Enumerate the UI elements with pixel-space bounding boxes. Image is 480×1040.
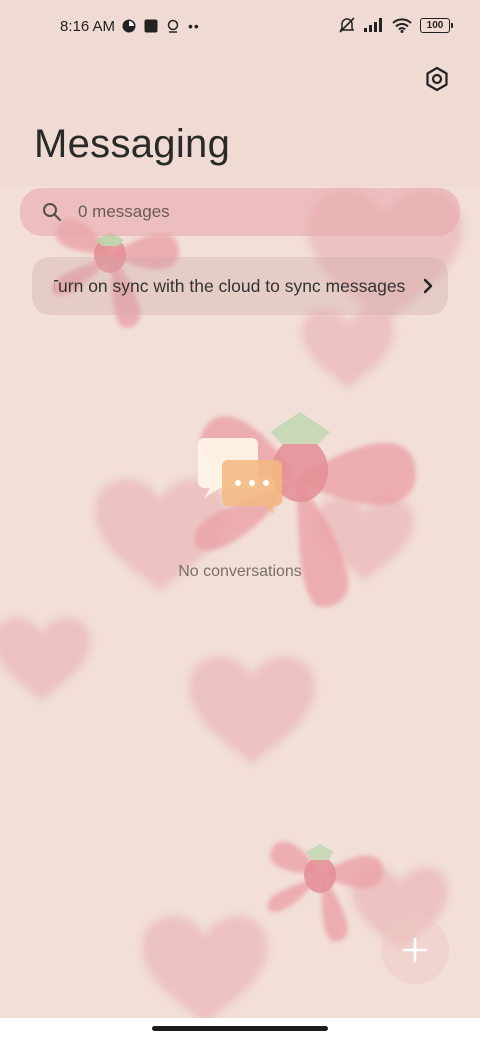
- new-conversation-button[interactable]: [381, 916, 449, 984]
- sync-banner[interactable]: Turn on sync with the cloud to sync mess…: [32, 257, 448, 315]
- square-notification-icon: [144, 19, 158, 33]
- hotspot-icon: [167, 19, 179, 33]
- chevron-right-icon: [408, 278, 448, 294]
- battery-level: 100: [426, 19, 444, 31]
- status-time: 8:16 AM: [60, 18, 116, 35]
- mute-icon: [339, 17, 355, 33]
- navigation-bar: [0, 1018, 480, 1040]
- status-right-icons: 100: [338, 16, 453, 34]
- chat-bubbles-icon: [196, 438, 286, 518]
- app-notification-icon: [122, 19, 136, 33]
- home-indicator[interactable]: [152, 1026, 328, 1031]
- empty-state-text: No conversations: [178, 563, 302, 580]
- search-bar[interactable]: 0 messages: [20, 188, 460, 236]
- plus-icon: [402, 937, 428, 963]
- signal-icon: [364, 18, 382, 32]
- status-bar: 8:16 AM •• 100: [0, 0, 480, 56]
- settings-button[interactable]: [420, 62, 454, 96]
- search-icon: [42, 201, 64, 223]
- battery-icon: 100: [420, 17, 453, 33]
- sync-banner-text: Turn on sync with the cloud to sync mess…: [54, 275, 406, 296]
- more-dots-icon: ••: [188, 18, 200, 34]
- search-placeholder: 0 messages: [78, 202, 170, 221]
- status-left-icons: ••: [122, 18, 200, 34]
- settings-hexagon-icon: [426, 66, 448, 92]
- page-title: Messaging: [34, 122, 231, 166]
- wifi-icon: [392, 17, 412, 33]
